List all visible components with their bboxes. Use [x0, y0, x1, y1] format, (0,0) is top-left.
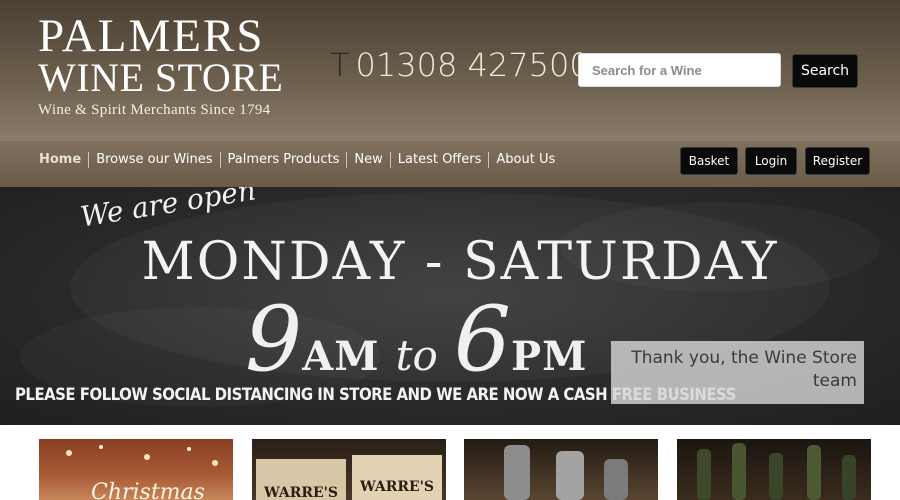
- promo-tile-taps[interactable]: [464, 439, 658, 500]
- phone-digits: 01308 427500: [355, 46, 590, 84]
- open-hour: 9: [245, 287, 303, 392]
- register-button[interactable]: Register: [805, 147, 870, 175]
- opening-hours: 9AM to 6PM: [245, 287, 665, 392]
- phone-prefix: T: [330, 46, 350, 84]
- promo-tile-bottles[interactable]: [677, 439, 871, 500]
- login-button[interactable]: Login: [745, 147, 797, 175]
- nav-latest-offers[interactable]: Latest Offers: [389, 152, 489, 168]
- search-input[interactable]: [578, 53, 781, 87]
- nav-palmers-products[interactable]: Palmers Products: [219, 152, 347, 168]
- wine-crates-image: WARRE'S WARRE'S: [256, 455, 442, 500]
- thanks-caption: Thank you, the Wine Store team: [611, 341, 864, 404]
- nav-about-us[interactable]: About Us: [488, 152, 562, 168]
- search-button[interactable]: Search: [792, 54, 858, 88]
- opening-hours-banner[interactable]: We are open MONDAY - SATURDAY 9AM to 6PM P…: [0, 187, 900, 425]
- nav-new[interactable]: New: [346, 152, 389, 168]
- main-nav: Home Browse our Wines Palmers Products N…: [39, 152, 562, 168]
- tile-christmas-text: Christmas: [91, 480, 205, 500]
- site-header: PALMERS WINE STORE Wine & Spirit Merchan…: [0, 0, 900, 141]
- promo-tile-christmas[interactable]: Christmas: [39, 439, 233, 500]
- basket-button[interactable]: Basket: [680, 147, 738, 175]
- nav-home[interactable]: Home: [39, 152, 88, 168]
- crate-label-1: WARRE'S: [263, 485, 338, 500]
- crate-label-2: WARRE'S: [359, 479, 434, 495]
- logo-tagline: Wine & Spirit Merchants Since 1794: [38, 102, 271, 118]
- opening-days: MONDAY - SATURDAY: [141, 232, 779, 292]
- open-suffix: AM: [302, 333, 380, 380]
- christmas-lights-image: Christmas: [66, 445, 218, 500]
- close-hour: 6: [453, 287, 512, 392]
- logo-subtitle: WINE STORE: [38, 55, 284, 100]
- phone-number: T 01308 427500: [330, 46, 590, 84]
- nav-browse-wines[interactable]: Browse our Wines: [88, 152, 219, 168]
- to-word: to: [395, 331, 438, 380]
- beer-taps-image: [504, 445, 628, 500]
- close-suffix: PM: [511, 333, 588, 380]
- wine-bottles-image: [697, 443, 856, 500]
- site-logo[interactable]: PALMERS WINE STORE Wine & Spirit Merchan…: [38, 10, 288, 119]
- logo-title: PALMERS: [38, 10, 265, 62]
- promo-tile-port[interactable]: WARRE'S WARRE'S: [252, 439, 446, 500]
